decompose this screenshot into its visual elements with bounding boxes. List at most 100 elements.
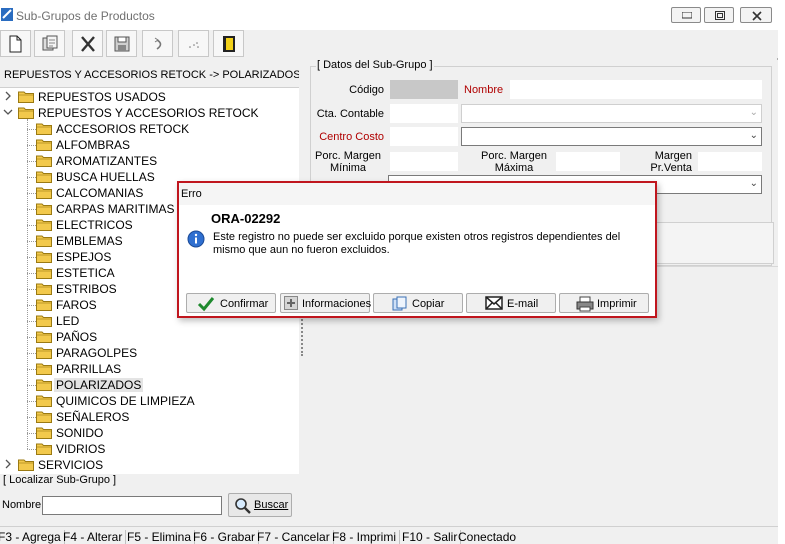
tree-connector-line: [27, 177, 36, 178]
exit-button[interactable]: [213, 30, 244, 57]
tree-connector-line: [27, 129, 36, 130]
tree-item[interactable]: PARRILLAS: [27, 361, 290, 377]
folder-icon: [36, 379, 52, 391]
folder-icon: [36, 203, 52, 215]
folder-icon: [36, 171, 52, 183]
error-dialog: Erro ORA-02292 Este registro no puede se…: [177, 181, 657, 318]
tree-item-label: VIDRIOS: [56, 442, 106, 456]
copiar-label: Copiar: [412, 298, 445, 310]
dialog-title-bar: Erro: [179, 183, 655, 205]
folder-icon: [36, 395, 52, 407]
tree-item-label: PARRILLAS: [56, 362, 122, 376]
cta-contable-field[interactable]: [390, 104, 458, 123]
right-subpanel: [650, 222, 774, 264]
status-connection: Conectado: [458, 530, 517, 544]
tree-item[interactable]: SERVICIOS: [5, 457, 290, 473]
tree-connector-line: [27, 321, 36, 322]
search-nombre-input[interactable]: [42, 496, 222, 515]
tree-item[interactable]: AROMATIZANTES: [27, 153, 290, 169]
error-code: ORA-02292: [211, 211, 281, 226]
new-document-icon: [9, 35, 22, 53]
nombre-field[interactable]: [510, 80, 762, 99]
undo-button[interactable]: [142, 30, 173, 57]
status-f3-agrega: F3 - Agrega: [0, 530, 65, 544]
close-button[interactable]: [740, 7, 772, 23]
envelope-icon: [485, 296, 503, 310]
margen-minima-field[interactable]: [390, 152, 458, 171]
tree-connector-line: [27, 353, 36, 354]
error-message: Este registro no puede ser excluido porq…: [213, 231, 621, 256]
maximize-icon: [715, 11, 725, 20]
tree-item[interactable]: REPUESTOS Y ACCESORIOS RETOCK: [3, 105, 290, 121]
tree-item-label: ALFOMBRAS: [56, 138, 131, 152]
cta-contable-dropdown[interactable]: ⌄: [461, 104, 762, 123]
tree-item-label: FAROS: [56, 298, 97, 312]
tree-item[interactable]: SONIDO: [27, 425, 290, 441]
status-f4-alterar: F4 - Alterar: [63, 530, 127, 544]
tree-item[interactable]: PAÑOS: [27, 329, 290, 345]
tree-item-label: LED: [56, 314, 80, 328]
copiar-button[interactable]: Copiar: [373, 293, 463, 313]
tree-item[interactable]: PARAGOLPES: [27, 345, 290, 361]
email-button[interactable]: E-mail: [466, 293, 556, 313]
tree-connector-line: [27, 385, 36, 386]
tree-connector-line: [27, 433, 36, 434]
dialog-title: Erro: [181, 188, 202, 200]
tree-item-label: AROMATIZANTES: [56, 154, 158, 168]
minimize-icon: [682, 12, 692, 19]
tree-connector-line: [27, 289, 36, 290]
imprimir-label: Imprimir: [597, 298, 637, 310]
confirmar-button[interactable]: Confirmar: [186, 293, 276, 313]
save-button[interactable]: [106, 30, 137, 57]
tree-item-label: BUSCA HUELLAS: [56, 170, 155, 184]
margen-maxima-label: Porc. Margen Máxima: [478, 150, 550, 174]
tree-item-label: POLARIZADOS: [54, 378, 144, 392]
tree-item[interactable]: ACCESORIOS RETOCK: [27, 121, 290, 137]
informaciones-button[interactable]: Informaciones: [280, 293, 371, 313]
maximize-button[interactable]: [704, 7, 734, 23]
tree-item[interactable]: SEÑALEROS: [27, 409, 290, 425]
new-button[interactable]: [0, 30, 31, 57]
datos-legend: [ Datos del Sub-Grupo ]: [316, 59, 434, 71]
chevron-right-icon[interactable]: [3, 459, 13, 469]
tree-connector-line: [27, 193, 36, 194]
centro-costo-dropdown[interactable]: ⌄: [461, 127, 762, 146]
status-f6-grabar: F6 - Grabar: [193, 530, 260, 544]
tree-item[interactable]: VIDRIOS: [27, 441, 290, 457]
buscar-button[interactable]: Buscar: [228, 493, 292, 517]
margen-prventa-label-line1: Margen: [654, 150, 692, 162]
tree-item[interactable]: POLARIZADOS: [27, 377, 290, 393]
breadcrumb: REPUESTOS Y ACCESORIOS RETOCK -> POLARIZ…: [4, 69, 301, 81]
centro-costo-label: Centro Costo: [319, 131, 384, 143]
tree-item[interactable]: REPUESTOS USADOS: [5, 89, 290, 105]
minimize-button[interactable]: [671, 7, 701, 23]
tree-item[interactable]: ALFOMBRAS: [27, 137, 290, 153]
imprimir-button[interactable]: Imprimir: [559, 293, 649, 313]
tree-connector-line: [27, 369, 36, 370]
tree-item-label: ESPEJOS: [56, 250, 112, 264]
centro-costo-field[interactable]: [390, 127, 458, 146]
folder-icon: [36, 251, 52, 263]
folder-icon: [36, 443, 52, 455]
tree-connector-line: [27, 119, 28, 449]
margen-prventa-field[interactable]: [698, 152, 762, 171]
tree-item-label: REPUESTOS Y ACCESORIOS RETOCK: [38, 106, 259, 120]
copy-record-button[interactable]: [34, 30, 65, 57]
chevron-down-icon: ⌄: [749, 130, 758, 141]
margen-maxima-label-line2: Máxima: [494, 162, 534, 174]
nombre-label: Nombre: [464, 84, 504, 96]
window-title: Sub-Grupos de Productos: [16, 9, 155, 23]
folder-icon: [36, 427, 52, 439]
chevron-right-icon[interactable]: [3, 91, 13, 101]
refresh-button[interactable]: [178, 30, 209, 57]
close-icon: [752, 11, 762, 21]
delete-button[interactable]: [72, 30, 103, 57]
tree-item-label: CARPAS MARITIMAS: [56, 202, 175, 216]
save-icon: [114, 36, 130, 52]
chevron-down-icon[interactable]: [3, 107, 13, 117]
margen-minima-label-line1: Porc. Margen: [314, 150, 382, 162]
delete-icon: [81, 36, 95, 52]
tree-item[interactable]: QUIMICOS DE LIMPIEZA: [27, 393, 290, 409]
margen-maxima-field[interactable]: [556, 152, 620, 171]
folder-icon: [36, 283, 52, 295]
